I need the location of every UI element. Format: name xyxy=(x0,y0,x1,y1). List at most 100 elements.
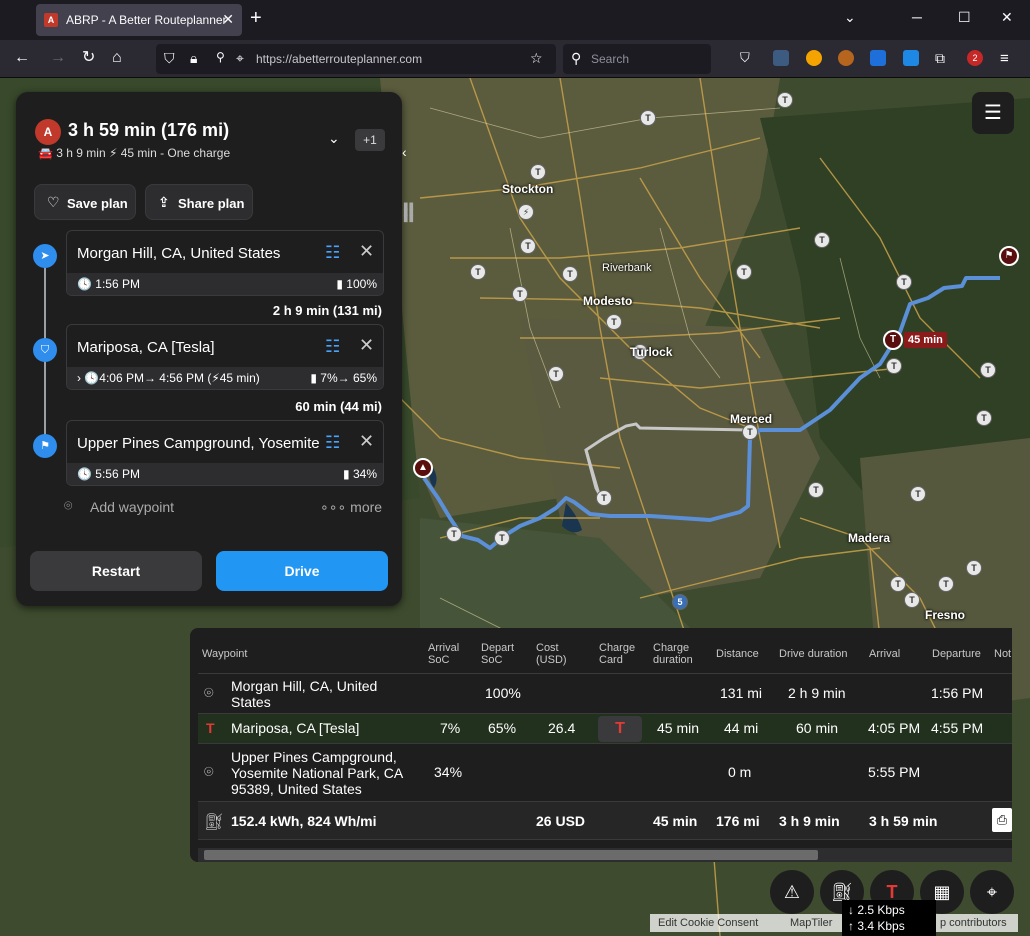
waypoint-card-start[interactable]: Morgan Hill, CA, United States ☷ ✕ 🕓 1:5… xyxy=(66,230,384,296)
charger-marker[interactable]: T xyxy=(446,526,462,542)
waypoint-name[interactable]: Mariposa, CA [Tesla] xyxy=(77,339,322,356)
back-button[interactable]: ← xyxy=(14,49,30,67)
charger-marker[interactable]: T xyxy=(938,576,954,592)
list-tabs-icon[interactable]: ⌄ xyxy=(844,9,856,26)
permissions-icon[interactable]: ⚲ xyxy=(216,50,225,64)
url-bar[interactable]: ⛉ 🔒︎ ⚲ ⌖ https://abetterrouteplanner.com… xyxy=(156,44,556,74)
extensions-puzzle-icon[interactable]: ⧉ xyxy=(935,50,951,66)
charger-marker[interactable]: T xyxy=(512,286,528,302)
browser-tab[interactable]: A ABRP - A Better Routeplanner ✕ xyxy=(36,4,242,36)
extension-icon-1[interactable] xyxy=(773,50,789,66)
expand-alternatives-icon[interactable]: ⌄ xyxy=(328,130,340,147)
more-options-button[interactable]: ∘∘∘ more xyxy=(320,499,382,516)
table-row[interactable]: T Mariposa, CA [Tesla] 7% 65% 26.4 T 45 … xyxy=(198,714,1012,744)
waypoint-card-charger[interactable]: Mariposa, CA [Tesla] ☷ ✕ › 🕓4:06 PM→ 4:5… xyxy=(66,324,384,390)
extension-icon-3[interactable] xyxy=(870,50,886,66)
table-row[interactable]: ⌾ Morgan Hill, CA, United States 100% 13… xyxy=(198,674,1012,714)
charge-stop-marker[interactable]: T xyxy=(883,330,903,350)
charger-marker[interactable]: T xyxy=(606,314,622,330)
map-menu-button[interactable]: ☰ xyxy=(972,92,1014,134)
charger-marker[interactable]: T xyxy=(890,576,906,592)
start-marker[interactable]: ▲ xyxy=(413,458,433,478)
charger-marker[interactable]: T xyxy=(886,358,902,374)
extension-icon-2[interactable] xyxy=(806,50,822,66)
collapse-panel-icon[interactable]: ‹ xyxy=(402,144,407,160)
column-header[interactable]: Arrival xyxy=(869,648,900,660)
charger-marker[interactable]: T xyxy=(910,486,926,502)
waypoint-settings-icon[interactable]: ☷ xyxy=(325,433,340,453)
destination-marker[interactable]: ⚑ xyxy=(999,246,1019,266)
maximize-button[interactable]: ☐ xyxy=(958,9,971,26)
share-plan-button[interactable]: ⇪ Share plan xyxy=(145,184,253,220)
charger-marker[interactable]: T xyxy=(736,264,752,280)
waypoint-name[interactable]: Morgan Hill, CA, United States xyxy=(77,245,322,262)
column-header[interactable]: Drive duration xyxy=(779,648,847,660)
charger-marker[interactable]: T xyxy=(814,232,830,248)
drag-handle-icon[interactable]: ▮▮ ▮▮ ▮▮ xyxy=(403,202,414,224)
waypoint-meta[interactable]: › 🕓4:06 PM→ 4:56 PM (⚡45 min) ▮ 7%→ 65% xyxy=(67,367,383,389)
app-menu-icon[interactable]: ≡ xyxy=(1000,50,1016,67)
save-plan-button[interactable]: ♡ Save plan xyxy=(34,184,136,220)
waypoint-name[interactable]: Upper Pines Campground, Yosemite Nationa… xyxy=(77,435,322,452)
column-header[interactable]: Charge Card xyxy=(599,642,643,666)
maptiler-link[interactable]: MapTiler xyxy=(790,917,832,929)
charger-marker[interactable]: T xyxy=(980,362,996,378)
shield-icon[interactable]: ⛉ xyxy=(164,50,175,67)
remove-waypoint-icon[interactable]: ✕ xyxy=(359,241,374,262)
remove-waypoint-icon[interactable]: ✕ xyxy=(359,335,374,356)
charger-marker[interactable]: T xyxy=(530,164,546,180)
column-header[interactable]: Departure xyxy=(932,648,981,660)
ublock-icon[interactable]: 2 xyxy=(967,50,983,66)
cookie-extension-icon[interactable] xyxy=(838,50,854,66)
waypoint-card-destination[interactable]: Upper Pines Campground, Yosemite Nationa… xyxy=(66,420,384,486)
minimize-button[interactable]: ─ xyxy=(912,9,922,25)
column-header[interactable]: Depart SoC xyxy=(481,642,521,666)
column-header[interactable]: Cost (USD) xyxy=(536,642,576,666)
osm-contributors-link[interactable]: p contributors xyxy=(940,917,1007,929)
charger-marker[interactable]: T xyxy=(777,92,793,108)
charger-marker[interactable]: T xyxy=(896,274,912,290)
locate-me-button[interactable]: ⌖ xyxy=(970,870,1014,914)
charger-marker[interactable]: T xyxy=(548,366,564,382)
drive-button[interactable]: Drive xyxy=(216,551,388,591)
edit-cookie-consent-link[interactable]: Edit Cookie Consent xyxy=(658,917,758,929)
warning-button[interactable]: ⚠ xyxy=(770,870,814,914)
column-header[interactable]: Waypoint xyxy=(202,648,247,660)
column-header[interactable]: Distance xyxy=(716,648,759,660)
remove-waypoint-icon[interactable]: ✕ xyxy=(359,431,374,452)
url-text[interactable]: https://abetterrouteplanner.com xyxy=(256,52,422,66)
charger-marker[interactable]: T xyxy=(640,110,656,126)
forward-button[interactable]: → xyxy=(50,49,66,67)
charger-marker[interactable]: T xyxy=(562,266,578,282)
table-row[interactable]: ⌾ Upper Pines Campground, Yosemite Natio… xyxy=(198,744,1012,802)
table-horizontal-scrollbar[interactable] xyxy=(198,848,1012,862)
tab-close-icon[interactable]: ✕ xyxy=(222,11,234,28)
pocket-icon[interactable]: ⛉ xyxy=(740,50,756,66)
alternatives-count-button[interactable]: +1 xyxy=(355,129,385,151)
location-icon[interactable]: ⌖ xyxy=(236,50,244,67)
charger-marker[interactable]: T xyxy=(966,560,982,576)
search-bar[interactable]: ⚲ Search xyxy=(563,44,711,74)
home-button[interactable]: ⌂ xyxy=(112,49,122,67)
charger-marker[interactable]: T xyxy=(470,264,486,280)
tesla-charge-card-icon[interactable]: T xyxy=(598,716,642,742)
scrollbar-thumb[interactable] xyxy=(204,850,818,860)
bookmark-star-icon[interactable]: ☆ xyxy=(530,50,543,67)
export-icon[interactable]: ⎙ xyxy=(992,808,1012,832)
column-header[interactable]: Not xyxy=(994,648,1011,660)
charger-marker[interactable]: T xyxy=(520,238,536,254)
charger-marker[interactable]: T xyxy=(904,592,920,608)
charger-marker[interactable]: ⚡ xyxy=(518,204,534,220)
column-header[interactable]: Charge duration xyxy=(653,642,703,666)
column-header[interactable]: Arrival SoC xyxy=(428,642,468,666)
close-window-button[interactable]: ✕ xyxy=(1001,9,1013,26)
charger-marker[interactable]: T xyxy=(596,490,612,506)
charger-marker[interactable]: T xyxy=(976,410,992,426)
charger-marker[interactable]: T xyxy=(808,482,824,498)
reload-button[interactable]: ↻ xyxy=(82,49,95,67)
new-tab-button[interactable]: + xyxy=(250,7,262,30)
waypoint-settings-icon[interactable]: ☷ xyxy=(325,337,340,357)
lock-icon[interactable]: 🔒︎ xyxy=(190,50,197,67)
waypoint-settings-icon[interactable]: ☷ xyxy=(325,243,340,263)
restart-button[interactable]: Restart xyxy=(30,551,202,591)
